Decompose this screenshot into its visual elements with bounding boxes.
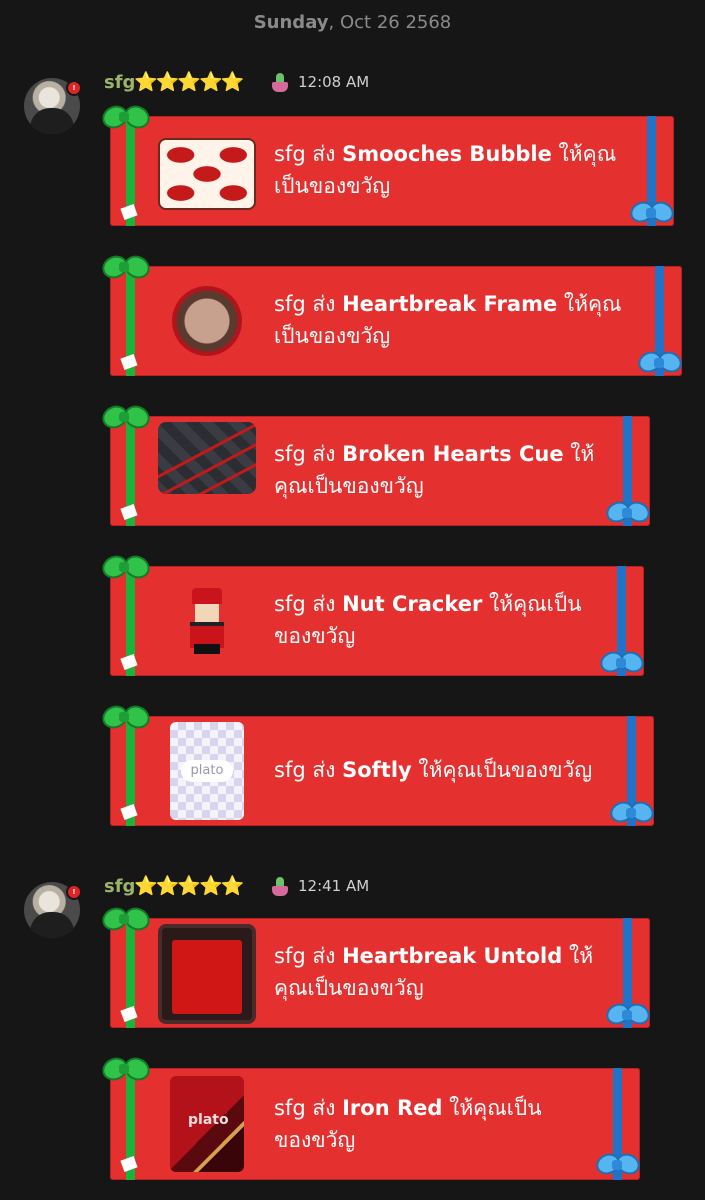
- green-bow-icon: [98, 1052, 154, 1092]
- timestamp: 12:41 AM: [298, 877, 370, 895]
- cactus-icon: [270, 877, 290, 897]
- cactus-icon: [270, 73, 290, 93]
- blue-bow-icon: [592, 1148, 644, 1188]
- gift-message: sfg ส่ง Nut Cracker ให้คุณเป็น ของขวัญ: [274, 592, 582, 648]
- gift-card[interactable]: sfg ส่ง Heartbreak Frame ให้คุณ เป็นของขว…: [98, 251, 686, 377]
- date-header: Sunday, Oct 26 2568: [253, 12, 452, 33]
- gift-message: sfg ส่ง Softly ให้คุณเป็นของขวัญ: [274, 758, 593, 782]
- table-icon: [158, 924, 256, 1024]
- green-bow-icon: [98, 700, 154, 740]
- blue-bow-icon: [606, 796, 658, 836]
- green-bow-icon: [98, 250, 154, 290]
- blue-bow-icon: [602, 998, 654, 1038]
- green-bow-icon: [98, 902, 154, 942]
- gift-card[interactable]: plato sfg ส่ง Softly ให้คุณเป็นของขวัญ: [98, 701, 658, 827]
- gift-message: sfg ส่ง Heartbreak Untold ให้ คุณเป็นของข…: [274, 944, 594, 1000]
- notification-badge: !: [66, 80, 82, 96]
- nutcracker-icon: [158, 584, 256, 656]
- plato-card-icon: plato: [170, 1076, 244, 1172]
- gift-message: sfg ส่ง Heartbreak Frame ให้คุณ เป็นของขว…: [274, 292, 622, 348]
- plato-card-icon: plato: [170, 722, 244, 820]
- frame-icon: [158, 284, 256, 356]
- lips-icon: [158, 138, 256, 210]
- star-badges: ⭐⭐⭐⭐⭐: [134, 71, 244, 93]
- gift-message: sfg ส่ง Iron Red ให้คุณเป็น ของขวัญ: [274, 1096, 542, 1152]
- star-badges: ⭐⭐⭐⭐⭐: [134, 875, 244, 897]
- notification-badge: !: [66, 884, 82, 900]
- gift-card[interactable]: sfg ส่ง Smooches Bubble ให้คุณ เป็นของขวั…: [98, 101, 678, 227]
- gift-message: sfg ส่ง Smooches Bubble ให้คุณ เป็นของขวั…: [274, 142, 617, 198]
- sender-name[interactable]: sfg: [104, 876, 135, 897]
- green-bow-icon: [98, 400, 154, 440]
- blue-bow-icon: [626, 196, 678, 236]
- green-bow-icon: [98, 550, 154, 590]
- blue-bow-icon: [634, 346, 686, 386]
- blue-bow-icon: [602, 496, 654, 536]
- gift-card[interactable]: sfg ส่ง Heartbreak Untold ให้ คุณเป็นของข…: [98, 903, 654, 1029]
- green-bow-icon: [98, 100, 154, 140]
- cue-icon: [158, 422, 256, 494]
- gift-card[interactable]: sfg ส่ง Nut Cracker ให้คุณเป็น ของขวัญ: [98, 551, 648, 677]
- gift-card[interactable]: sfg ส่ง Broken Hearts Cue ให้ คุณเป็นของข…: [98, 401, 654, 527]
- timestamp: 12:08 AM: [298, 73, 370, 91]
- sender-name[interactable]: sfg: [104, 72, 135, 93]
- blue-bow-icon: [596, 646, 648, 686]
- gift-message: sfg ส่ง Broken Hearts Cue ให้ คุณเป็นของข…: [274, 442, 595, 498]
- gift-card[interactable]: plato sfg ส่ง Iron Red ให้คุณเป็น ของขวัญ: [98, 1053, 644, 1180]
